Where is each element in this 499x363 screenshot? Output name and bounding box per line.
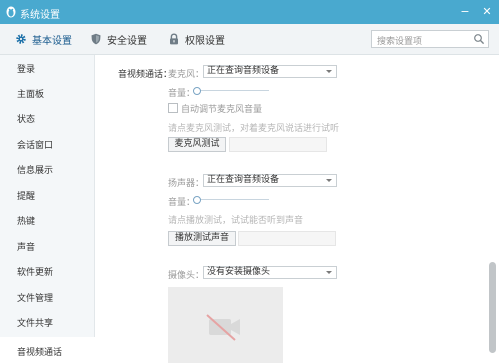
mic-volume-label: 音量： (168, 89, 196, 99)
tab-permission-settings[interactable]: 权限设置 (168, 31, 225, 47)
camera-device-select[interactable]: 没有安装摄像头 (203, 266, 337, 279)
av-settings-panel: 音视频通话： 麦克风： 正在查询音频设备 音量： 自动调节麦克风音量 请点麦克风… (95, 55, 485, 363)
sidebar-item-label: 状态 (17, 115, 36, 125)
camera-device-value: 没有安装摄像头 (207, 267, 271, 277)
mic-device-select[interactable]: 正在查询音频设备 (203, 65, 337, 78)
sidebar-item-label: 信息展示 (17, 166, 54, 176)
mic-volume-slider[interactable] (193, 87, 269, 95)
tab-label: 基本设置 (32, 35, 72, 47)
sidebar-item-main-panel[interactable]: 主面板 (0, 82, 94, 104)
auto-adjust-mic-label: 自动调节麦克风音量 (181, 105, 263, 115)
tab-label: 安全设置 (107, 35, 147, 47)
vertical-scrollbar[interactable] (485, 55, 499, 363)
penguin-icon (6, 6, 16, 18)
speaker-test-button[interactable]: 播放测试声音 (168, 231, 236, 246)
sidebar-item-chat-window[interactable]: 会话窗口 (0, 133, 94, 155)
search-placeholder: 搜索设置项 (377, 37, 423, 47)
speaker-volume-slider[interactable] (193, 196, 269, 204)
sidebar-item-label: 声音 (17, 243, 36, 253)
mic-level-meter (229, 137, 327, 152)
camera-label: 摄像头： (168, 271, 205, 281)
slider-track (193, 199, 269, 200)
speaker-device-select[interactable]: 正在查询音频设备 (203, 174, 337, 187)
sidebar-item-label: 提醒 (17, 192, 36, 202)
chevron-down-icon (326, 271, 332, 274)
section-title: 音视频通话： (118, 70, 173, 80)
sidebar-item-login[interactable]: 登录 (0, 57, 94, 79)
mic-label: 麦克风： (168, 70, 205, 80)
speaker-device-value: 正在查询音频设备 (207, 175, 280, 185)
mic-test-hint: 请点麦克风测试，对着麦克风说话进行试听 (168, 124, 340, 134)
sidebar-item-file-management[interactable]: 文件管理 (0, 286, 94, 308)
tab-basic-settings[interactable]: 基本设置 (15, 31, 72, 47)
window-title: 系统设置 (20, 10, 60, 21)
chevron-down-icon (326, 70, 332, 73)
scrollbar-thumb[interactable] (489, 262, 496, 353)
chevron-down-icon (326, 179, 332, 182)
sidebar-item-label: 软件更新 (17, 268, 54, 278)
minimize-button[interactable]: − (457, 4, 473, 19)
mic-device-value: 正在查询音频设备 (207, 66, 280, 76)
shield-icon (91, 33, 101, 45)
settings-sidebar: 登录 主面板 状态 会话窗口 信息展示 提醒 热键 声音 软件更新 文件管理 文… (0, 55, 95, 363)
sidebar-item-info-display[interactable]: 信息展示 (0, 158, 94, 180)
slider-knob[interactable] (193, 87, 201, 95)
sidebar-item-label: 热键 (17, 217, 36, 227)
settings-window: 系统设置 − ✕ 基本设置 安全设置 权限设置 搜索设置项 登录 主面板 状态 … (0, 0, 499, 363)
speaker-test-hint: 请点播放测试，试试能否听到声音 (168, 216, 304, 226)
gear-icon (16, 34, 26, 44)
speaker-volume-label: 音量： (168, 198, 196, 208)
slider-knob[interactable] (193, 196, 201, 204)
sidebar-item-label: 文件共享 (17, 319, 54, 329)
sidebar-item-hotkeys[interactable]: 热键 (0, 209, 94, 231)
close-button[interactable]: ✕ (479, 4, 495, 19)
lock-icon (170, 33, 178, 45)
auto-adjust-mic-checkbox[interactable] (168, 103, 178, 113)
sidebar-item-reminder[interactable]: 提醒 (0, 184, 94, 206)
search-input[interactable]: 搜索设置项 (371, 30, 489, 48)
sidebar-item-status[interactable]: 状态 (0, 107, 94, 129)
sidebar-item-file-sharing[interactable]: 文件共享 (0, 311, 94, 333)
camera-preview (168, 287, 283, 363)
title-bar[interactable]: 系统设置 − ✕ (0, 0, 499, 24)
sidebar-item-label: 登录 (17, 65, 36, 75)
settings-tab-bar: 基本设置 安全设置 权限设置 搜索设置项 (0, 24, 499, 55)
sidebar-item-label: 主面板 (17, 90, 45, 100)
sidebar-item-label: 文件管理 (17, 294, 54, 304)
slider-track (193, 90, 269, 91)
speaker-label: 扬声器： (168, 179, 205, 189)
sidebar-item-label: 音视频通话 (17, 348, 63, 358)
sidebar-item-label: 会话窗口 (17, 141, 54, 151)
sidebar-item-av-call[interactable]: 音视频通话 (0, 337, 95, 363)
tab-security-settings[interactable]: 安全设置 (90, 31, 147, 47)
mic-test-button[interactable]: 麦克风测试 (168, 137, 226, 152)
tab-label: 权限设置 (185, 35, 225, 47)
camera-off-icon (206, 314, 240, 341)
speaker-level-meter (238, 231, 336, 246)
search-icon[interactable] (473, 33, 485, 45)
sidebar-item-sound[interactable]: 声音 (0, 235, 94, 257)
sidebar-item-software-update[interactable]: 软件更新 (0, 260, 94, 282)
